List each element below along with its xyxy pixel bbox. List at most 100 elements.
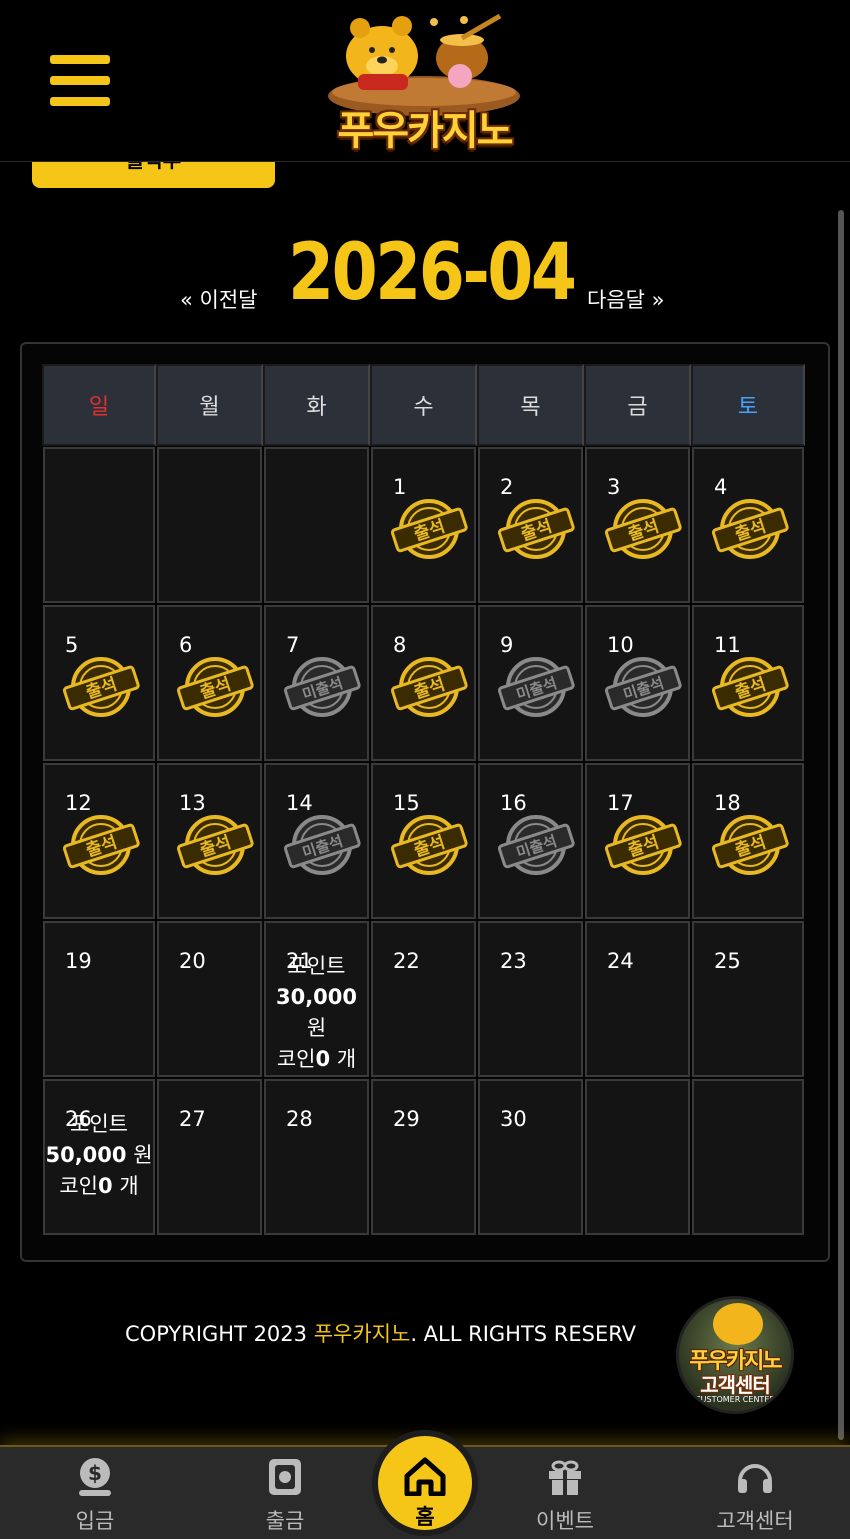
attended-stamp-icon: 출석 [390,657,468,717]
attended-stamp-icon: 출석 [497,499,575,559]
header: 푸우카지노 [0,0,850,162]
nav-home[interactable]: 홈 [378,1426,472,1539]
calendar-day-10[interactable]: 10 미출석 [585,605,690,761]
next-month-link[interactable]: 다음달 » [587,284,664,314]
nav-event-label: 이벤트 [536,1509,594,1533]
weekday-tue: 화 [263,364,370,446]
calendar-day-2[interactable]: 2 출석 [478,447,583,603]
calendar-day-23[interactable]: 23 [478,921,583,1077]
won-unit: 원 [133,1143,153,1167]
nav-deposit[interactable]: $ 입금 [35,1447,155,1539]
copyright-prefix: COPYRIGHT 2023 [125,1322,314,1346]
copyright-suffix: . ALL RIGHTS RESERV [410,1322,637,1346]
nav-event[interactable]: 이벤트 [505,1447,625,1539]
calendar-empty-cell [585,1079,690,1235]
copyright-brand: 푸우카지노 [313,1322,411,1346]
calendar-day-8[interactable]: 8 출석 [371,605,476,761]
gift-icon [549,1460,581,1495]
calendar-day-21[interactable]: 21 포인트 30,000 원 코인0 개 [264,921,369,1077]
calendar-day-24[interactable]: 24 [585,921,690,1077]
calendar-day-28[interactable]: 28 [264,1079,369,1235]
missed-stamp-icon: 미출석 [283,657,361,717]
cs-badge-subtitle: 고객센터 [700,1373,771,1397]
weekday-fri: 금 [584,364,691,446]
day-number: 10 [607,633,634,657]
day-number: 3 [607,475,621,499]
day-number: 22 [393,949,420,973]
calendar-day-26[interactable]: 26 포인트 50,000 원 코인0 개 [43,1079,155,1235]
calendar-day-25[interactable]: 25 [692,921,804,1077]
day-number: 25 [714,949,741,973]
hamburger-menu-icon[interactable] [50,55,110,107]
calendar-day-14[interactable]: 14 미출석 [264,763,369,919]
nav-home-label: 홈 [415,1505,435,1529]
coin-label: 코인 [276,1047,316,1071]
calendar-empty-cell [157,447,262,603]
calendar-day-3[interactable]: 3 출석 [585,447,690,603]
prev-month-link[interactable]: « 이전달 [180,284,257,314]
calendar-empty-cell [692,1079,804,1235]
day-number: 9 [500,633,514,657]
day-number: 19 [65,949,92,973]
attended-stamp-icon: 출석 [176,657,254,717]
home-icon [404,1457,446,1496]
calendar-day-5[interactable]: 5 출석 [43,605,155,761]
calendar-day-7[interactable]: 7 미출석 [264,605,369,761]
weekday-sat: 토 [691,364,805,446]
nav-customer-center[interactable]: 고객센터 [695,1447,815,1539]
day-number: 7 [286,633,300,657]
points-value: 30,000 [275,985,358,1009]
day-number: 30 [500,1107,527,1131]
calendar-day-15[interactable]: 15 출석 [371,763,476,919]
attendance-calendar: 일 월 화 수 목 금 토 1 출석 2 출석 3 출석 4 출석 5 출석 6 출석 7 미출석 8 출석 9… [20,342,830,1262]
attended-stamp-icon: 출석 [390,815,468,875]
calendar-day-1[interactable]: 1 출석 [371,447,476,603]
calendar-day-16[interactable]: 16 미출석 [478,763,583,919]
day-number: 15 [393,791,420,815]
calendar-day-18[interactable]: 18 출석 [692,763,804,919]
coin-value: 0 [98,1174,113,1198]
calendar-day-29[interactable]: 29 [371,1079,476,1235]
calendar-day-4[interactable]: 4 출석 [692,447,804,603]
calendar-day-13[interactable]: 13 출석 [157,763,262,919]
scrollbar[interactable] [838,210,844,1440]
logo-text: 푸우카지노 [337,108,514,154]
attended-stamp-icon: 출석 [711,499,789,559]
calendar-empty-cell [43,447,155,603]
calendar-day-30[interactable]: 30 [478,1079,583,1235]
weekday-sun: 일 [42,364,156,446]
attended-stamp-icon: 출석 [604,499,682,559]
reward-info: 포인트 50,000 원 코인0 개 [45,1109,153,1202]
coin-value: 0 [315,1047,331,1071]
calendar-day-17[interactable]: 17 출석 [585,763,690,919]
day-number: 8 [393,633,407,657]
nav-withdraw[interactable]: 출금 [225,1447,345,1539]
calendar-day-12[interactable]: 12 출석 [43,763,155,919]
calendar-day-27[interactable]: 27 [157,1079,262,1235]
attended-stamp-icon: 출석 [62,657,140,717]
calendar-day-19[interactable]: 19 [43,921,155,1077]
coin-unit: 개 [336,1047,357,1071]
reward-info: 포인트 30,000 원 코인0 개 [266,951,367,1075]
nav-withdraw-label: 출금 [265,1509,305,1533]
calendar-day-11[interactable]: 11 출석 [692,605,804,761]
calendar-day-9[interactable]: 9 미출석 [478,605,583,761]
calendar-empty-cell [264,447,369,603]
day-number: 18 [714,791,741,815]
day-number: 12 [65,791,92,815]
attended-stamp-icon: 출석 [604,815,682,875]
customer-center-badge[interactable]: 푸우카지노 고객센터 CUSTOMER CENTER [676,1296,794,1414]
weekday-mon: 월 [156,364,263,446]
attended-stamp-icon: 출석 [711,657,789,717]
weekday-thu: 목 [477,364,584,446]
day-number: 16 [500,791,527,815]
day-number: 29 [393,1107,420,1131]
calendar-day-20[interactable]: 20 [157,921,262,1077]
calendar-day-22[interactable]: 22 [371,921,476,1077]
day-number: 23 [500,949,527,973]
site-logo[interactable]: 푸우카지노 [312,8,537,154]
svg-text:$: $ [88,1461,102,1485]
weekday-wed: 수 [370,364,477,446]
nav-deposit-label: 입금 [75,1509,115,1533]
calendar-day-6[interactable]: 6 출석 [157,605,262,761]
